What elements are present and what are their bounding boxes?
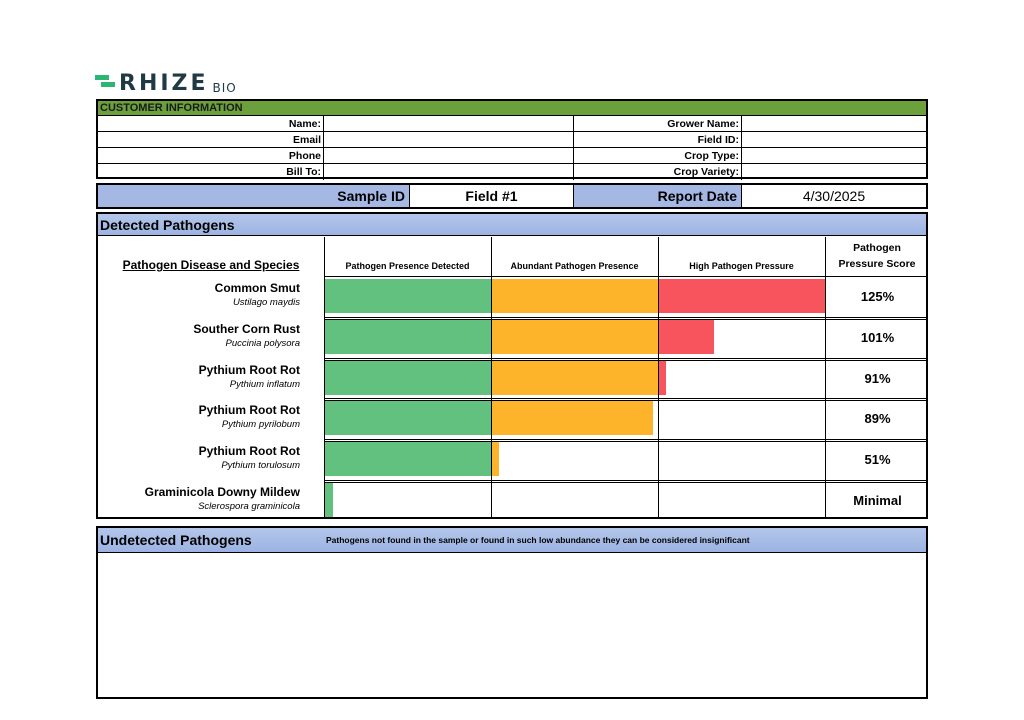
- phone-label: Phone: [98, 148, 324, 164]
- phone-field[interactable]: [324, 148, 574, 164]
- row-divider: [324, 480, 926, 481]
- presence-bar: [325, 483, 333, 517]
- report-date-value: 4/30/2025: [742, 185, 926, 207]
- crop-type-label: Crop Type:: [574, 148, 742, 164]
- high-pressure-column-header: High Pathogen Pressure: [689, 261, 794, 271]
- field-id-field[interactable]: [742, 132, 926, 148]
- detected-pathogens-header: Detected Pathogens: [98, 214, 926, 236]
- header-divider: [324, 276, 926, 277]
- pressure-score: Minimal: [853, 493, 902, 508]
- email-field[interactable]: [324, 132, 574, 148]
- undetected-pathogens-title: Undetected Pathogens: [100, 532, 252, 548]
- pathogen-species-name: Pythium inflatum: [229, 378, 300, 390]
- pathogen-species-name: Sclerospora graminicola: [198, 501, 300, 512]
- grower-name-label: Grower Name:: [574, 116, 742, 132]
- pathogen-species-name: Puccinia polysora: [225, 337, 300, 349]
- sample-id-label: Sample ID: [98, 185, 410, 207]
- logo-wordmark: RHIZE: [119, 71, 209, 96]
- undetected-pathogens-note: Pathogens not found in the sample or fou…: [326, 535, 750, 545]
- row-divider: [324, 357, 926, 359]
- customer-information-grid: Name: Grower Name: Email Field ID: Phone…: [98, 116, 926, 180]
- pathogen-name: Graminicola Downy Mildew Sclerospora gram…: [145, 485, 300, 513]
- bill-to-label: Bill To:: [98, 164, 324, 180]
- pathogen-name: Pythium Root Rot Pythium pyrilobum: [199, 403, 300, 431]
- field-id-label: Field ID:: [574, 132, 742, 148]
- pathogen-name: Pythium Root Rot Pythium inflatum: [199, 363, 300, 391]
- pathogen-common-name: Pythium Root Rot: [198, 444, 300, 459]
- pathogen-species-name: Ustilago maydis: [232, 297, 300, 308]
- pathogen-common-name: Pythium Root Rot: [198, 403, 300, 418]
- abundance-bar: [492, 442, 499, 477]
- species-column-header: Pathogen Disease and Species: [122, 258, 300, 272]
- presence-bar: [325, 319, 491, 354]
- bill-to-field[interactable]: [324, 164, 574, 180]
- report-date-label: Report Date: [574, 185, 742, 207]
- pressure-bar: [659, 360, 666, 395]
- presence-bar: [325, 442, 491, 477]
- pathogen-common-name: Souther Corn Rust: [193, 321, 300, 336]
- row-divider: [324, 398, 926, 400]
- abundant-column-header: Abundant Pathogen Presence: [510, 261, 639, 271]
- detected-column-header: Pathogen Presence Detected: [345, 261, 470, 271]
- pathogen-species-name: Pythium torulosum: [221, 460, 300, 472]
- undetected-pathogens-section: Undetected Pathogens Pathogens not found…: [96, 526, 928, 699]
- row-divider: [324, 439, 926, 441]
- pathogen-name: Pythium Root Rot Pythium torulosum: [199, 444, 300, 472]
- presence-bar: [325, 360, 491, 395]
- pathogen-common-name: Pythium Root Rot: [198, 362, 300, 377]
- pathogen-name: Souther Corn Rust Puccinia polysora: [193, 322, 300, 350]
- abundance-bar: [492, 360, 658, 395]
- sample-id-value: Field #1: [410, 185, 574, 207]
- pressure-score: 125%: [860, 289, 895, 304]
- email-label: Email: [98, 132, 324, 148]
- pressure-bar: [659, 279, 825, 313]
- rhize-bio-logo: RHIZE BIO: [95, 71, 237, 95]
- customer-information-section: CUSTOMER INFORMATION Name: Grower Name: …: [96, 99, 928, 180]
- presence-bar: [325, 279, 491, 313]
- pressure-bar: [659, 319, 714, 354]
- detected-pathogens-section: Detected Pathogens Pathogen Disease and …: [96, 212, 928, 519]
- crop-type-field[interactable]: [742, 148, 926, 164]
- pathogen-common-name: Common Smut: [214, 281, 300, 295]
- abundance-bar: [492, 401, 653, 436]
- customer-information-header: CUSTOMER INFORMATION: [98, 101, 926, 116]
- crop-variety-label: Crop Variety:: [574, 164, 742, 180]
- name-field[interactable]: [324, 116, 574, 132]
- row-divider: [324, 482, 926, 483]
- pressure-score: 89%: [864, 411, 891, 427]
- abundance-bar: [492, 319, 658, 354]
- score-column-header: Pathogen Pressure Score: [838, 242, 916, 270]
- pathogen-common-name: Graminicola Downy Mildew: [144, 485, 300, 499]
- abundance-bar: [492, 279, 658, 313]
- sample-info-row: Sample ID Field #1 Report Date 4/30/2025: [96, 183, 928, 209]
- pathogen-species-name: Pythium pyrilobum: [221, 419, 300, 431]
- undetected-pathogens-header: Undetected Pathogens Pathogens not found…: [98, 528, 926, 553]
- grower-name-field[interactable]: [742, 116, 926, 132]
- pressure-score: 51%: [864, 452, 891, 468]
- name-label: Name:: [98, 116, 324, 132]
- pressure-score: 91%: [864, 370, 891, 386]
- crop-variety-field[interactable]: [742, 164, 926, 180]
- logo-subtext: BIO: [212, 81, 237, 95]
- pressure-score: 101%: [860, 329, 895, 345]
- logo-mark-icon: [95, 73, 115, 93]
- pathogen-name: Common Smut Ustilago maydis: [215, 281, 300, 309]
- presence-bar: [325, 401, 491, 436]
- row-divider: [324, 316, 926, 318]
